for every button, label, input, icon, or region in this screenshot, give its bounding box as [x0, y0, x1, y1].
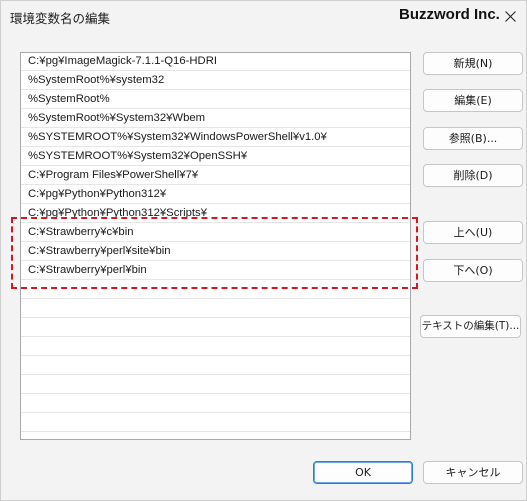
- path-list[interactable]: C:¥pg¥ImageMagick-7.1.1-Q16-HDRI %System…: [20, 52, 411, 440]
- list-item[interactable]: C:¥Program Files¥PowerShell¥7¥: [21, 167, 410, 185]
- list-item-empty[interactable]: [21, 395, 410, 413]
- list-item[interactable]: %SystemRoot%¥system32: [21, 72, 410, 90]
- move-down-button[interactable]: 下へ(O): [423, 259, 523, 282]
- edit-environment-variable-dialog: 環境変数名の編集 Buzzword Inc. C:¥pg¥ImageMagick…: [0, 0, 527, 501]
- list-item-empty[interactable]: [21, 376, 410, 394]
- list-item-empty[interactable]: [21, 338, 410, 356]
- list-item[interactable]: %SYSTEMROOT%¥System32¥WindowsPowerShell¥…: [21, 129, 410, 147]
- browse-button[interactable]: 参照(B)...: [423, 127, 523, 150]
- list-item-empty[interactable]: [21, 414, 410, 432]
- list-item[interactable]: C:¥Strawberry¥perl¥bin: [21, 262, 410, 280]
- window-title: 環境変数名の編集: [10, 11, 111, 26]
- ok-button[interactable]: OK: [313, 461, 413, 484]
- edit-button[interactable]: 編集(E): [423, 89, 523, 112]
- cancel-button[interactable]: キャンセル: [423, 461, 523, 484]
- list-item[interactable]: C:¥pg¥Python¥Python312¥: [21, 186, 410, 204]
- brand-label: Buzzword Inc.: [399, 6, 500, 23]
- move-up-button[interactable]: 上へ(U): [423, 221, 523, 244]
- list-item-empty[interactable]: [21, 319, 410, 337]
- list-item[interactable]: C:¥pg¥Python¥Python312¥Scripts¥: [21, 205, 410, 223]
- list-item[interactable]: C:¥Strawberry¥perl¥site¥bin: [21, 243, 410, 261]
- list-item-empty[interactable]: [21, 300, 410, 318]
- close-button[interactable]: [496, 3, 524, 29]
- list-item[interactable]: %SYSTEMROOT%¥System32¥OpenSSH¥: [21, 148, 410, 166]
- title-bar: 環境変数名の編集 Buzzword Inc.: [1, 1, 526, 33]
- close-icon: [504, 10, 516, 22]
- list-item[interactable]: C:¥pg¥ImageMagick-7.1.1-Q16-HDRI: [21, 53, 410, 71]
- list-item-empty[interactable]: [21, 357, 410, 375]
- list-item[interactable]: %SystemRoot%: [21, 91, 410, 109]
- list-item[interactable]: C:¥Strawberry¥c¥bin: [21, 224, 410, 242]
- delete-button[interactable]: 削除(D): [423, 164, 523, 187]
- edit-text-button[interactable]: テキストの編集(T)...: [420, 315, 521, 338]
- list-item[interactable]: %SystemRoot%¥System32¥Wbem: [21, 110, 410, 128]
- new-button[interactable]: 新規(N): [423, 52, 523, 75]
- list-item-empty[interactable]: [21, 281, 410, 299]
